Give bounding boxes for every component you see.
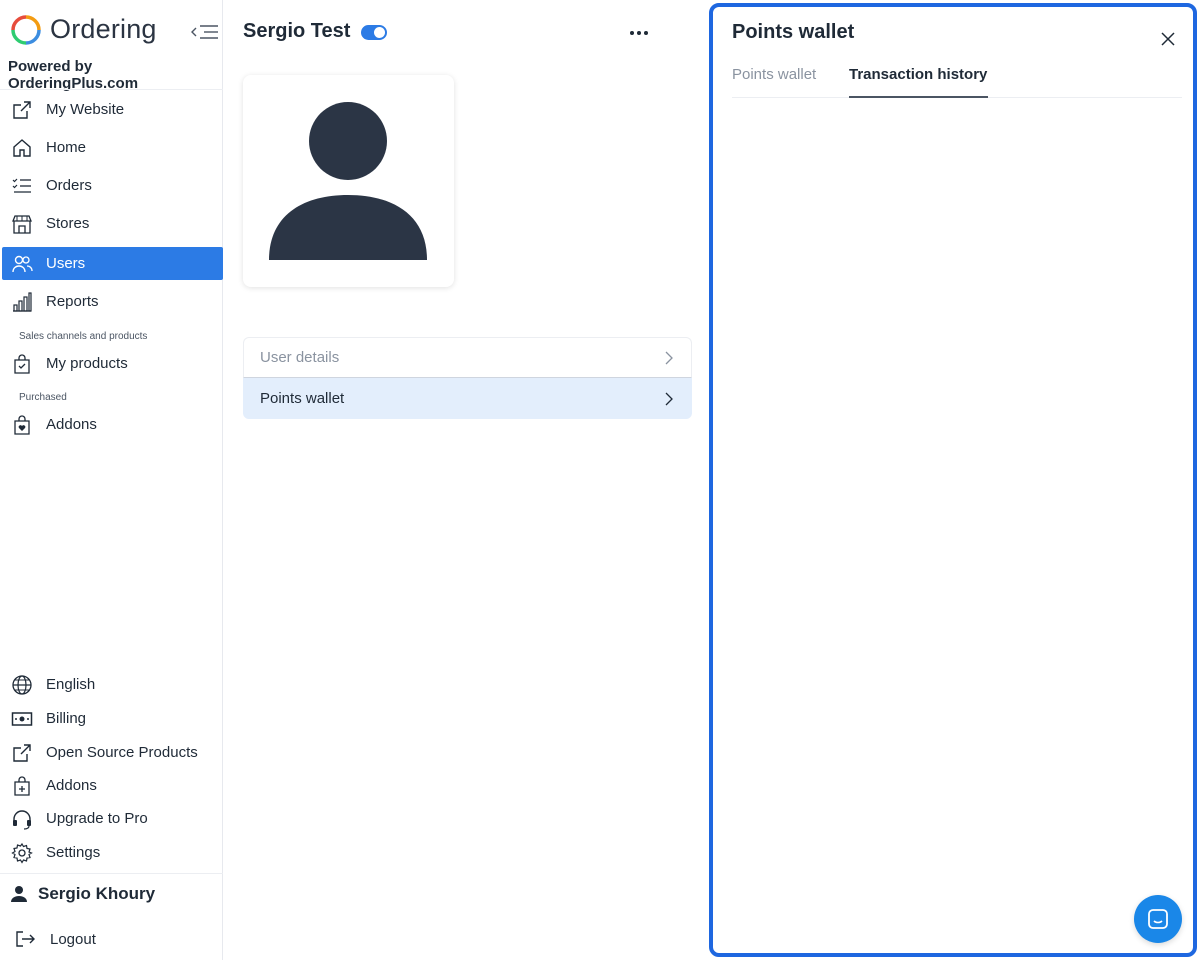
sidebar-item-label: English	[46, 676, 96, 693]
chat-icon	[1148, 909, 1168, 929]
headset-icon	[13, 809, 31, 830]
chevron-right-icon	[665, 392, 673, 405]
store-icon	[12, 214, 32, 234]
avatar-card	[243, 75, 454, 287]
globe-icon	[12, 674, 32, 695]
sidebar-item-label: Stores	[46, 215, 90, 232]
sidebar-item-label: My products	[46, 355, 128, 372]
sidebar-item-billing[interactable]: Billing	[2, 702, 223, 735]
ordering-logo-icon	[11, 15, 41, 45]
current-user[interactable]: Sergio Khoury	[10, 884, 155, 904]
section-label-purchased: Purchased	[19, 392, 67, 403]
sidebar-item-label: Addons	[46, 416, 97, 433]
user-icon	[11, 886, 27, 902]
logout-label: Logout	[50, 930, 96, 948]
sidebar-item-language[interactable]: English	[2, 668, 223, 701]
more-options-button[interactable]	[626, 24, 652, 42]
divider	[0, 873, 223, 874]
close-icon[interactable]	[1158, 29, 1178, 49]
sidebar-item-label: Orders	[46, 177, 92, 194]
collapse-sidebar-icon[interactable]	[190, 22, 220, 42]
sidebar-item-label: My Website	[46, 101, 125, 118]
user-title: Sergio Test	[243, 20, 351, 42]
avatar-placeholder-icon	[269, 102, 427, 260]
points-wallet-panel: Points wallet Points wallet Transaction …	[709, 3, 1197, 957]
sidebar-item-my-products[interactable]: My products	[2, 347, 223, 380]
sidebar-item-label: Users	[46, 255, 86, 272]
sidebar-item-label: Billing	[46, 710, 87, 727]
sidebar-item-open-source[interactable]: Open Source Products	[2, 736, 223, 769]
chat-button[interactable]	[1134, 895, 1182, 943]
dot-icon	[644, 31, 648, 35]
panel-tabs: Points wallet Transaction history	[732, 61, 1182, 98]
home-icon	[13, 138, 31, 157]
user-menu: User details Points wallet	[243, 337, 692, 419]
sidebar-item-label: Settings	[46, 844, 101, 861]
sidebar-item-label: Home	[46, 139, 87, 156]
sidebar-item-label: Addons	[46, 777, 97, 794]
divider	[0, 89, 223, 90]
external-link-icon	[13, 100, 31, 119]
brand: Ordering	[8, 12, 218, 48]
sidebar-item-upgrade[interactable]: Upgrade to Pro	[2, 802, 223, 835]
brand-name: Ordering	[50, 14, 157, 44]
bag-plus-icon	[14, 775, 30, 796]
sidebar-item-my-website[interactable]: My Website	[2, 93, 223, 126]
section-label-sales: Sales channels and products	[19, 331, 148, 342]
dot-icon	[637, 31, 641, 35]
sidebar-item-orders[interactable]: Orders	[2, 169, 223, 202]
menu-points-wallet[interactable]: Points wallet	[243, 378, 692, 419]
sidebar-item-reports[interactable]: Reports	[2, 285, 223, 318]
external-link-icon	[13, 743, 31, 762]
gear-icon	[11, 842, 33, 864]
panel-title: Points wallet	[732, 21, 855, 43]
dot-icon	[630, 31, 634, 35]
shopping-bag-check-icon	[14, 353, 30, 374]
sidebar: Ordering Powered by OrderingPlus.com My …	[0, 0, 223, 960]
billing-icon	[11, 711, 33, 726]
chevron-right-icon	[665, 351, 673, 364]
user-enabled-toggle[interactable]	[361, 25, 387, 40]
sidebar-item-label: Open Source Products	[46, 744, 198, 761]
menu-label: Points wallet	[260, 390, 345, 407]
sidebar-item-label: Upgrade to Pro	[46, 810, 148, 827]
logout-button[interactable]: Logout	[14, 928, 96, 950]
tab-points-wallet[interactable]: Points wallet	[732, 66, 816, 98]
menu-label: User details	[260, 349, 340, 366]
users-icon	[12, 255, 33, 272]
current-user-name: Sergio Khoury	[38, 884, 156, 903]
powered-by: Powered by OrderingPlus.com	[8, 58, 139, 92]
logout-icon	[16, 931, 35, 947]
sidebar-item-home[interactable]: Home	[2, 131, 223, 164]
sidebar-item-stores[interactable]: Stores	[2, 207, 223, 240]
sidebar-item-label: Reports	[46, 293, 99, 310]
sidebar-item-addons-purchased[interactable]: Addons	[2, 408, 223, 441]
shopping-bag-heart-icon	[14, 414, 30, 435]
list-icon	[12, 178, 31, 193]
menu-user-details[interactable]: User details	[243, 337, 692, 378]
app-root: Ordering Powered by OrderingPlus.com My …	[0, 0, 1200, 960]
sidebar-item-addons[interactable]: Addons	[2, 769, 223, 802]
tab-transaction-history[interactable]: Transaction history	[849, 66, 989, 98]
bar-chart-icon	[13, 291, 32, 312]
sidebar-item-users[interactable]: Users	[2, 247, 223, 280]
sidebar-item-settings[interactable]: Settings	[2, 836, 223, 869]
